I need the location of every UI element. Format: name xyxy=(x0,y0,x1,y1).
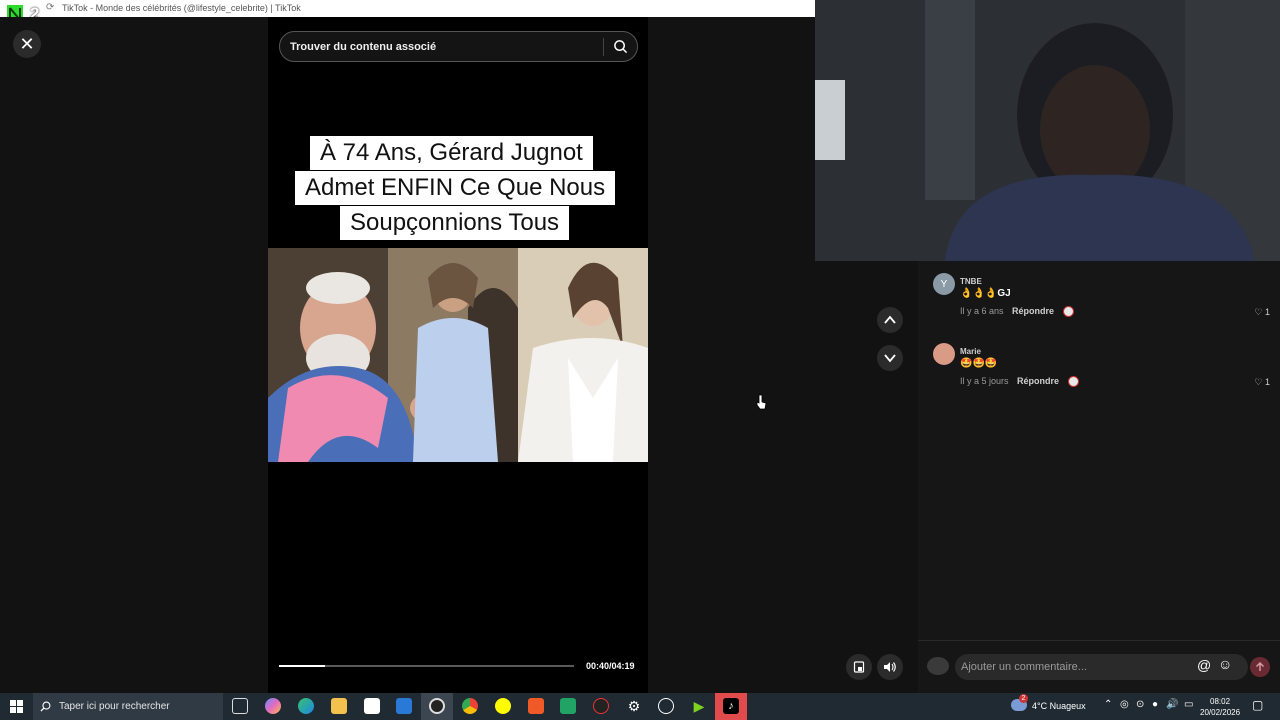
progress-time: 00:40/04:19 xyxy=(586,661,635,671)
comment-meta: Il y a 6 ans Répondre xyxy=(960,306,1074,318)
clock[interactable]: 08:02 20/02/2026 xyxy=(1200,696,1240,718)
weather-badge: 2 xyxy=(1019,694,1028,703)
tiktok-icon: ♪ xyxy=(723,698,739,714)
tray-expand-icon[interactable]: ⌃ xyxy=(1104,699,1112,710)
search-icon[interactable] xyxy=(613,39,628,54)
comment-input-container[interactable]: @ ☺ xyxy=(955,654,1248,680)
reply-button[interactable]: Répondre xyxy=(1012,306,1054,316)
like-button[interactable]: ♡ 1 xyxy=(1254,307,1270,318)
windows-taskbar: Taper ici pour rechercher ⚙ ▶ ♪ 2 4°C Nu… xyxy=(0,693,1280,720)
comment-composer: @ ☺ xyxy=(918,640,1280,693)
video-frame-image xyxy=(268,248,648,462)
video-caption-line-2: Admet ENFIN Ce Que Nous xyxy=(295,171,616,205)
start-button[interactable] xyxy=(0,693,32,720)
creator-liked-avatar xyxy=(1062,306,1074,318)
file-explorer-icon[interactable] xyxy=(331,698,347,714)
comment-time: Il y a 6 ans xyxy=(960,306,1004,316)
app-icon-orange[interactable] xyxy=(528,698,544,714)
like-button[interactable]: ♡ 1 xyxy=(1254,377,1270,388)
next-video-button[interactable] xyxy=(877,345,903,371)
avatar[interactable]: Y xyxy=(933,273,955,295)
heart-icon: ♡ xyxy=(1254,307,1263,317)
mini-player-icon xyxy=(853,661,865,673)
comment-username[interactable]: Marie xyxy=(960,347,981,356)
notifications-icon[interactable]: ▢ xyxy=(1252,698,1263,712)
speaker-icon xyxy=(884,662,896,672)
comment-text: 👌👌👌GJ xyxy=(960,288,1011,299)
webcam-feed xyxy=(815,0,1280,261)
store-icon[interactable] xyxy=(364,698,380,714)
post-comment-button[interactable] xyxy=(1250,657,1270,677)
tray-app-icon[interactable]: ⊙ xyxy=(1136,699,1144,710)
chatgpt-icon[interactable] xyxy=(658,698,674,714)
previous-video-button[interactable] xyxy=(877,307,903,333)
copilot-icon[interactable] xyxy=(265,698,281,714)
comment-meta: Il y a 5 jours Répondre xyxy=(960,376,1079,388)
obs-icon xyxy=(429,698,445,714)
heart-icon: ♡ xyxy=(1254,377,1263,387)
volume-button[interactable] xyxy=(877,654,903,680)
taskbar-search[interactable]: Taper ici pour rechercher xyxy=(33,693,223,720)
arrow-up-icon xyxy=(1256,662,1264,671)
reload-icon[interactable]: ⟳ xyxy=(46,2,54,13)
chevron-down-icon xyxy=(884,354,896,363)
browser-title-bar: 2 ⟳ TikTok - Monde des célébrités (@life… xyxy=(0,0,815,23)
comment-username[interactable]: TNBE xyxy=(960,277,982,286)
network-globe-icon[interactable]: ◎ xyxy=(1120,699,1129,710)
clock-time: 08:02 xyxy=(1210,697,1231,706)
close-icon: ✕ xyxy=(19,33,35,54)
obs-taskbar-button[interactable] xyxy=(421,693,453,720)
progress-fill[interactable] xyxy=(279,665,325,667)
snapchat-icon[interactable] xyxy=(495,698,511,714)
search-divider xyxy=(603,38,604,56)
emoji-icon[interactable]: ☺ xyxy=(1218,656,1232,672)
microphone-icon[interactable]: ● xyxy=(1152,699,1158,710)
clock-date: 20/02/2026 xyxy=(1200,708,1241,717)
related-content-search[interactable] xyxy=(279,31,638,62)
chrome-icon[interactable] xyxy=(462,698,478,714)
like-count: 1 xyxy=(1264,307,1270,317)
video-caption-line-3: Soupçonnions Tous xyxy=(340,206,570,240)
creator-liked-avatar xyxy=(1067,376,1079,388)
display-icon[interactable]: ▭ xyxy=(1184,699,1193,710)
avatar[interactable] xyxy=(933,343,955,365)
comment-input[interactable] xyxy=(961,658,1191,676)
chevron-up-icon xyxy=(884,315,896,324)
video-caption-line-1: À 74 Ans, Gérard Jugnot xyxy=(310,136,593,170)
weather-text[interactable]: 4°C Nuageux xyxy=(1032,701,1086,711)
search-input[interactable] xyxy=(290,38,595,56)
floating-player-button[interactable] xyxy=(846,654,872,680)
close-button[interactable]: ✕ xyxy=(13,30,41,58)
edge-icon[interactable] xyxy=(298,698,314,714)
search-icon xyxy=(40,701,51,712)
taskbar-search-placeholder: Taper ici pour rechercher xyxy=(59,701,170,712)
windows-logo-icon xyxy=(9,700,23,713)
viewer-backdrop-left xyxy=(0,17,268,693)
capture-app-icon[interactable] xyxy=(593,698,609,714)
volume-tray-icon[interactable]: 🔊 xyxy=(1166,699,1178,710)
comments-panel: Y TNBE 👌👌👌GJ Il y a 6 ans Répondre ♡ 1 M… xyxy=(918,261,1280,693)
window-title: TikTok - Monde des célébrités (@lifestyl… xyxy=(62,3,301,13)
comment-time: Il y a 5 jours xyxy=(960,376,1009,386)
task-view-icon[interactable] xyxy=(232,698,248,714)
like-count: 1 xyxy=(1264,377,1270,387)
hand-cursor-icon xyxy=(756,394,767,410)
mention-icon[interactable]: @ xyxy=(1197,657,1211,673)
user-avatar[interactable] xyxy=(927,657,949,675)
tiktok-taskbar-button[interactable]: ♪ xyxy=(715,693,747,720)
chart-app-icon[interactable] xyxy=(560,698,576,714)
mail-icon[interactable] xyxy=(396,698,412,714)
settings-gear-icon[interactable]: ⚙ xyxy=(626,698,642,714)
media-player-icon[interactable]: ▶ xyxy=(691,698,707,714)
comment-text: 🤩🤩🤩 xyxy=(960,358,998,369)
reply-button[interactable]: Répondre xyxy=(1017,376,1059,386)
